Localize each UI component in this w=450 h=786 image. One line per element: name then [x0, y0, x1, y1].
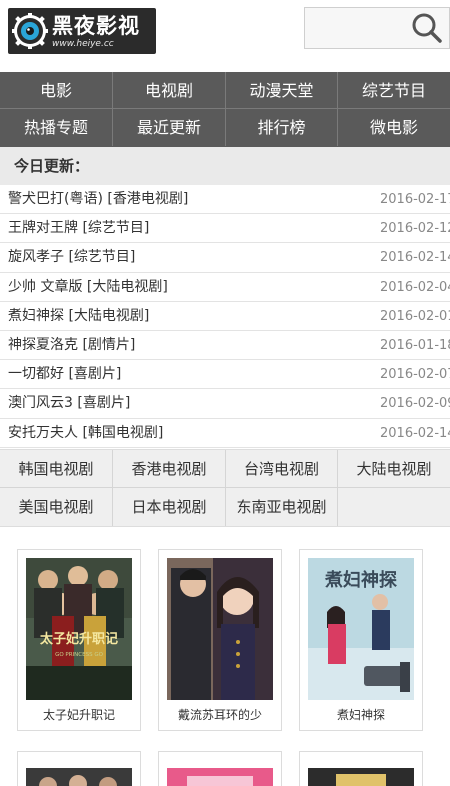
poster-card[interactable]: 太子妃升职记 GO PRINCESS GO 太子妃升职记 [17, 549, 141, 731]
poster-art [167, 768, 273, 786]
site-name: 黑夜影视 [52, 14, 140, 38]
list-item[interactable]: 警犬巴打(粤语) [香港电视剧] 2016-02-17 [0, 185, 450, 215]
list-item[interactable]: 煮妇神探 [大陆电视剧] 2016-02-01 [0, 302, 450, 331]
nav-item-rankings[interactable]: 排行榜 [226, 109, 338, 146]
category-taiwan-tv[interactable]: 台湾电视剧 [226, 450, 338, 488]
poster-card[interactable]: 煮妇神探 煮妇神探 [299, 549, 423, 731]
item-title[interactable]: 神探夏洛克 [剧情片] [8, 331, 135, 360]
poster-grid: 太子妃升职记 GO PRINCESS GO 太子妃升职记 戴流苏耳环的少 煮妇神… [0, 527, 450, 786]
poster-card[interactable] [299, 751, 423, 786]
category-korean-tv[interactable]: 韩国电视剧 [0, 450, 113, 488]
category-mainland-tv[interactable]: 大陆电视剧 [338, 450, 450, 488]
item-date: 2016-02-12 [380, 221, 450, 237]
item-date: 2016-02-09 [380, 396, 450, 412]
today-updates-list: 警犬巴打(粤语) [香港电视剧] 2016-02-17 王牌对王牌 [综艺节目] 2… [0, 185, 450, 448]
main-nav: 电影 电视剧 动漫天堂 综艺节目 热播专题 最近更新 排行榜 微电影 [0, 72, 450, 147]
search-icon [412, 13, 442, 43]
site-logo[interactable]: 黑夜影视 www.heiye.cc [8, 8, 156, 54]
item-date: 2016-02-07 [380, 367, 450, 383]
poster-art: 煮妇神探 [308, 558, 414, 700]
poster-title-text: 煮妇神探 [324, 569, 398, 591]
poster-caption[interactable]: 戴流苏耳环的少 [159, 706, 281, 723]
item-title[interactable]: 澳门风云3 [喜剧片] [8, 389, 130, 418]
poster-image[interactable] [167, 760, 273, 786]
poster-art [308, 768, 414, 786]
poster-caption[interactable]: 太子妃升职记 [18, 706, 140, 723]
nav-item-anime[interactable]: 动漫天堂 [226, 72, 338, 109]
list-item[interactable]: 少帅 文章版 [大陆电视剧] 2016-02-04 [0, 273, 450, 302]
poster-title-text: 太子妃升职记 [39, 631, 118, 647]
item-date: 2016-02-14 [380, 250, 450, 266]
poster-art [167, 558, 273, 700]
item-title[interactable]: 一切都好 [喜剧片] [8, 360, 121, 389]
nav-item-tv-series[interactable]: 电视剧 [113, 72, 226, 109]
category-us-tv[interactable]: 美国电视剧 [0, 488, 113, 526]
today-updates-title: 今日更新： [0, 147, 450, 185]
item-title[interactable]: 旋风孝子 [综艺节目] [8, 243, 135, 272]
site-url: www.heiye.cc [52, 39, 114, 49]
poster-caption[interactable]: 煮妇神探 [300, 706, 422, 723]
item-title[interactable]: 安托万夫人 [韩国电视剧] [8, 419, 163, 448]
list-item[interactable]: 神探夏洛克 [剧情片] 2016-01-18 [0, 331, 450, 361]
category-japan-tv[interactable]: 日本电视剧 [113, 488, 226, 526]
poster-image[interactable]: 太子妃升职记 GO PRINCESS GO [26, 558, 132, 700]
nav-item-movies[interactable]: 电影 [0, 72, 113, 109]
region-category-grid: 韩国电视剧 香港电视剧 台湾电视剧 大陆电视剧 美国电视剧 日本电视剧 东南亚电… [0, 449, 450, 527]
category-southeast-asia-tv[interactable]: 东南亚电视剧 [226, 488, 338, 526]
item-date: 2016-02-01 [380, 308, 450, 324]
item-title[interactable]: 警犬巴打(粤语) [香港电视剧] [8, 185, 188, 214]
category-hongkong-tv[interactable]: 香港电视剧 [113, 450, 226, 488]
item-title[interactable]: 少帅 文章版 [大陆电视剧] [8, 273, 168, 302]
item-date: 2016-02-04 [380, 279, 450, 295]
poster-subtitle-text: GO PRINCESS GO [55, 652, 104, 658]
search-input[interactable] [305, 8, 405, 48]
item-date: 2016-01-18 [380, 337, 450, 353]
item-title[interactable]: 王牌对王牌 [综艺节目] [8, 214, 149, 243]
poster-card[interactable] [158, 751, 282, 786]
nav-item-variety[interactable]: 综艺节目 [338, 72, 450, 109]
poster-image[interactable] [26, 760, 132, 786]
nav-item-micro-film[interactable]: 微电影 [338, 109, 450, 146]
list-item[interactable]: 王牌对王牌 [综艺节目] 2016-02-12 [0, 214, 450, 244]
poster-image[interactable] [308, 760, 414, 786]
poster-card[interactable] [17, 751, 141, 786]
poster-art: 太子妃升职记 GO PRINCESS GO [26, 558, 132, 700]
search-box [304, 7, 450, 49]
nav-item-hot-topics[interactable]: 热播专题 [0, 109, 113, 146]
poster-image[interactable]: 煮妇神探 [308, 558, 414, 700]
search-button[interactable] [405, 8, 450, 48]
poster-image[interactable] [167, 558, 273, 700]
header: 黑夜影视 www.heiye.cc [0, 0, 450, 72]
item-date: 2016-02-14 [380, 425, 450, 441]
item-title[interactable]: 煮妇神探 [大陆电视剧] [8, 302, 149, 331]
item-date: 2016-02-17 [380, 192, 450, 207]
poster-art [26, 768, 132, 786]
list-item[interactable]: 一切都好 [喜剧片] 2016-02-07 [0, 360, 450, 390]
film-reel-icon [12, 13, 48, 49]
nav-item-recent-updates[interactable]: 最近更新 [113, 109, 226, 146]
poster-card[interactable]: 戴流苏耳环的少 [158, 549, 282, 731]
list-item[interactable]: 旋风孝子 [综艺节目] 2016-02-14 [0, 243, 450, 273]
list-item[interactable]: 安托万夫人 [韩国电视剧] 2016-02-14 [0, 419, 450, 448]
list-item[interactable]: 澳门风云3 [喜剧片] 2016-02-09 [0, 389, 450, 419]
